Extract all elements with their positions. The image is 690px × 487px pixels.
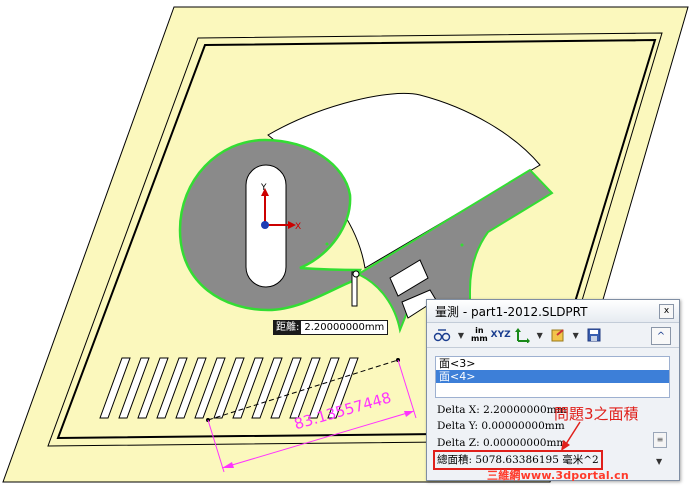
projection-icon[interactable] [514,326,530,344]
triad-origin [261,221,269,229]
arc-circle-options-icon[interactable] [433,326,451,344]
center-mark [325,242,329,246]
save-icon[interactable] [586,326,602,344]
units-icon[interactable]: in mm [471,326,488,344]
annotation-text: 問題3之面積 [554,405,639,423]
selection-item[interactable]: 面<3> [436,357,669,370]
selection-item[interactable]: 面<4> [436,370,669,383]
measure-dialog: 量測 - part1-2012.SLDPRT x ▼ in mm XYZ ▼ ▼… [426,299,680,481]
delta-x-result: Delta X: 2.20000000mm [437,404,567,416]
chevron-down-icon[interactable]: ▼ [569,326,583,344]
watermark: 三維網www.3dportal.cn [487,469,629,482]
distance-callout-key: 距離: [276,322,300,333]
distance-callout-value: 2.20000000mm [301,321,388,334]
close-icon[interactable]: x [659,303,674,319]
center-mark [460,243,464,247]
chevron-down-icon[interactable]: ▼ [656,457,662,466]
results-scrollbar-thumb[interactable]: ≡ [653,432,667,448]
chevron-down-icon[interactable]: ▼ [454,326,468,344]
history-icon[interactable] [550,326,566,344]
xyz-icon[interactable]: XYZ [491,326,511,344]
measure-toolbar: ▼ in mm XYZ ▼ ▼ [427,323,679,348]
distance-callout: 距離: 2.20000000mm [273,320,389,335]
measure-title: 量測 - part1-2012.SLDPRT [435,304,588,319]
chevron-down-icon[interactable]: ▼ [533,326,547,344]
triad-y-label: Y [260,183,267,193]
delta-y-result: Delta Y: 0.00000000mm [437,420,565,432]
delta-z-result: Delta Z: 0.00000000mm [437,437,567,449]
vertex-marker[interactable] [352,270,360,278]
selection-list[interactable]: 面<3> 面<4> [435,356,670,398]
measure-titlebar[interactable]: 量測 - part1-2012.SLDPRT x [427,300,679,323]
triad-x-label: X [295,222,301,232]
units-mm-label: mm [471,334,488,343]
collapse-button[interactable]: ^ [651,327,671,345]
selection-item-empty[interactable] [436,383,669,395]
